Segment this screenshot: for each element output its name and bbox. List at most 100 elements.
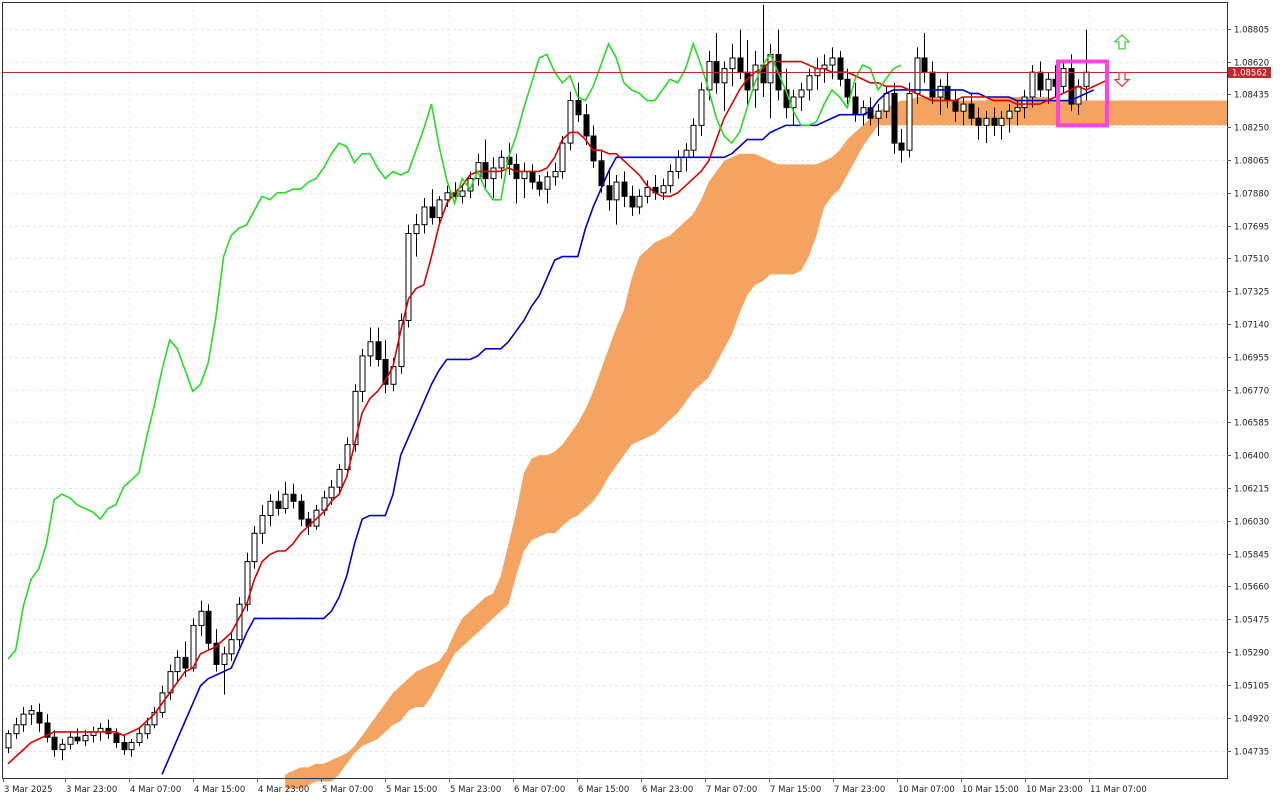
bull-candle-body — [267, 500, 274, 517]
x-tick-label: 4 Mar 07:00 — [130, 785, 181, 795]
bear-candle-body — [182, 656, 189, 669]
candle — [590, 125, 597, 168]
bear-candle-body — [275, 500, 282, 509]
bear-candle-body — [606, 185, 613, 201]
candle — [59, 738, 66, 761]
price-axis[interactable]: 1.088051.086201.084351.082501.080651.078… — [1227, 26, 1269, 758]
bear-candle-body — [583, 114, 590, 137]
candle — [405, 224, 412, 328]
candle — [359, 348, 366, 403]
bull-candle-body — [67, 736, 74, 745]
signal-arrows — [1113, 33, 1131, 88]
bull-candle-body — [552, 170, 559, 178]
y-tick-label: 1.04735 — [1234, 748, 1269, 758]
bull-candle-body — [436, 199, 443, 219]
bull-candle-body — [1014, 107, 1021, 112]
candle — [121, 735, 128, 755]
candle — [213, 629, 220, 672]
bull-candle-body — [28, 710, 35, 715]
candle — [713, 33, 720, 94]
bear-candle-body — [36, 711, 43, 724]
bear-candle-body — [968, 103, 975, 119]
candle — [67, 731, 74, 750]
y-tick-label: 1.05290 — [1234, 649, 1269, 659]
candle — [529, 164, 536, 190]
bear-candle-body — [921, 57, 928, 73]
candle — [251, 526, 258, 569]
bear-candle-body — [536, 181, 543, 190]
candle — [737, 29, 744, 80]
bear-candle-body — [975, 117, 982, 126]
bear-candle-body — [105, 727, 112, 735]
x-tick-label: 6 Mar 07:00 — [514, 785, 565, 795]
candle — [429, 189, 436, 225]
bear-candle-body — [113, 733, 120, 744]
candle — [1060, 61, 1067, 94]
bull-candle-body — [20, 713, 27, 726]
candle — [690, 118, 697, 158]
bear-candle-body — [837, 57, 844, 80]
time-axis[interactable]: 3 Mar 2025 3 Mar 23:00 4 Mar 07:00 4 Mar 15… — [3, 778, 1147, 795]
y-tick-label: 1.06215 — [1234, 485, 1269, 495]
bull-candle-body — [282, 493, 289, 509]
candle — [921, 33, 928, 83]
current-price-tag: 1.08562 — [1228, 67, 1271, 79]
bull-candle-body — [998, 117, 1005, 126]
candle — [852, 82, 859, 122]
candle — [105, 719, 112, 739]
candle — [290, 483, 297, 509]
bull-candle-body — [729, 57, 736, 70]
candle — [1037, 61, 1044, 97]
bear-candle-body — [74, 736, 81, 742]
y-tick-label: 1.06585 — [1234, 419, 1269, 429]
bear-candle-body — [891, 92, 898, 144]
bull-candle-body — [875, 110, 882, 119]
bull-candle-body — [636, 195, 643, 208]
candle — [259, 504, 266, 544]
x-tick-label: 10 Mar 15:00 — [962, 785, 1019, 795]
bear-candle-body — [429, 206, 436, 219]
candle — [490, 157, 497, 199]
bull-candle-body — [359, 355, 366, 392]
candle — [806, 68, 813, 101]
x-tick-label: 10 Mar 23:00 — [1026, 785, 1083, 795]
candle — [90, 726, 97, 743]
bull-candle-body — [1060, 68, 1067, 87]
bear-candle-body — [952, 100, 959, 112]
candle — [906, 82, 913, 158]
bull-candle-body — [559, 142, 566, 172]
candle — [552, 162, 559, 186]
x-tick-label: 7 Mar 23:00 — [834, 785, 885, 795]
x-tick-label: 7 Mar 07:00 — [706, 785, 757, 795]
kumo-cloud — [285, 96, 1227, 789]
bull-candle-body — [144, 724, 151, 735]
bull-candle-body — [259, 515, 266, 534]
y-tick-label: 1.07510 — [1234, 255, 1269, 265]
bear-candle-body — [121, 742, 128, 751]
bull-candle-body — [413, 224, 420, 235]
bull-candle-body — [883, 92, 890, 112]
y-tick-label: 1.04920 — [1234, 715, 1269, 725]
bull-candle-body — [721, 68, 728, 84]
candle — [544, 171, 551, 204]
candle — [275, 490, 282, 516]
bull-candle-body — [613, 181, 620, 201]
bear-candle-body — [844, 78, 851, 98]
candle — [521, 162, 528, 199]
bull-candle-body — [667, 170, 674, 187]
bull-candle-body — [198, 610, 205, 626]
bull-candle-body — [498, 156, 505, 169]
up-arrow-icon — [1113, 33, 1131, 50]
bull-candle-body — [1006, 110, 1013, 119]
current-price-label: 1.08562 — [1232, 69, 1267, 79]
ichimoku-chart[interactable]: 1.088051.086201.084351.082501.080651.078… — [0, 0, 1280, 800]
bull-candle-body — [829, 57, 836, 66]
x-tick-label: 10 Mar 07:00 — [898, 785, 955, 795]
bull-candle-body — [1045, 78, 1052, 91]
candle — [459, 185, 466, 204]
bear-candle-body — [290, 493, 297, 502]
candle — [198, 600, 205, 637]
bull-candle-body — [906, 92, 913, 151]
candle — [498, 150, 505, 179]
bull-candle-body — [336, 468, 343, 488]
